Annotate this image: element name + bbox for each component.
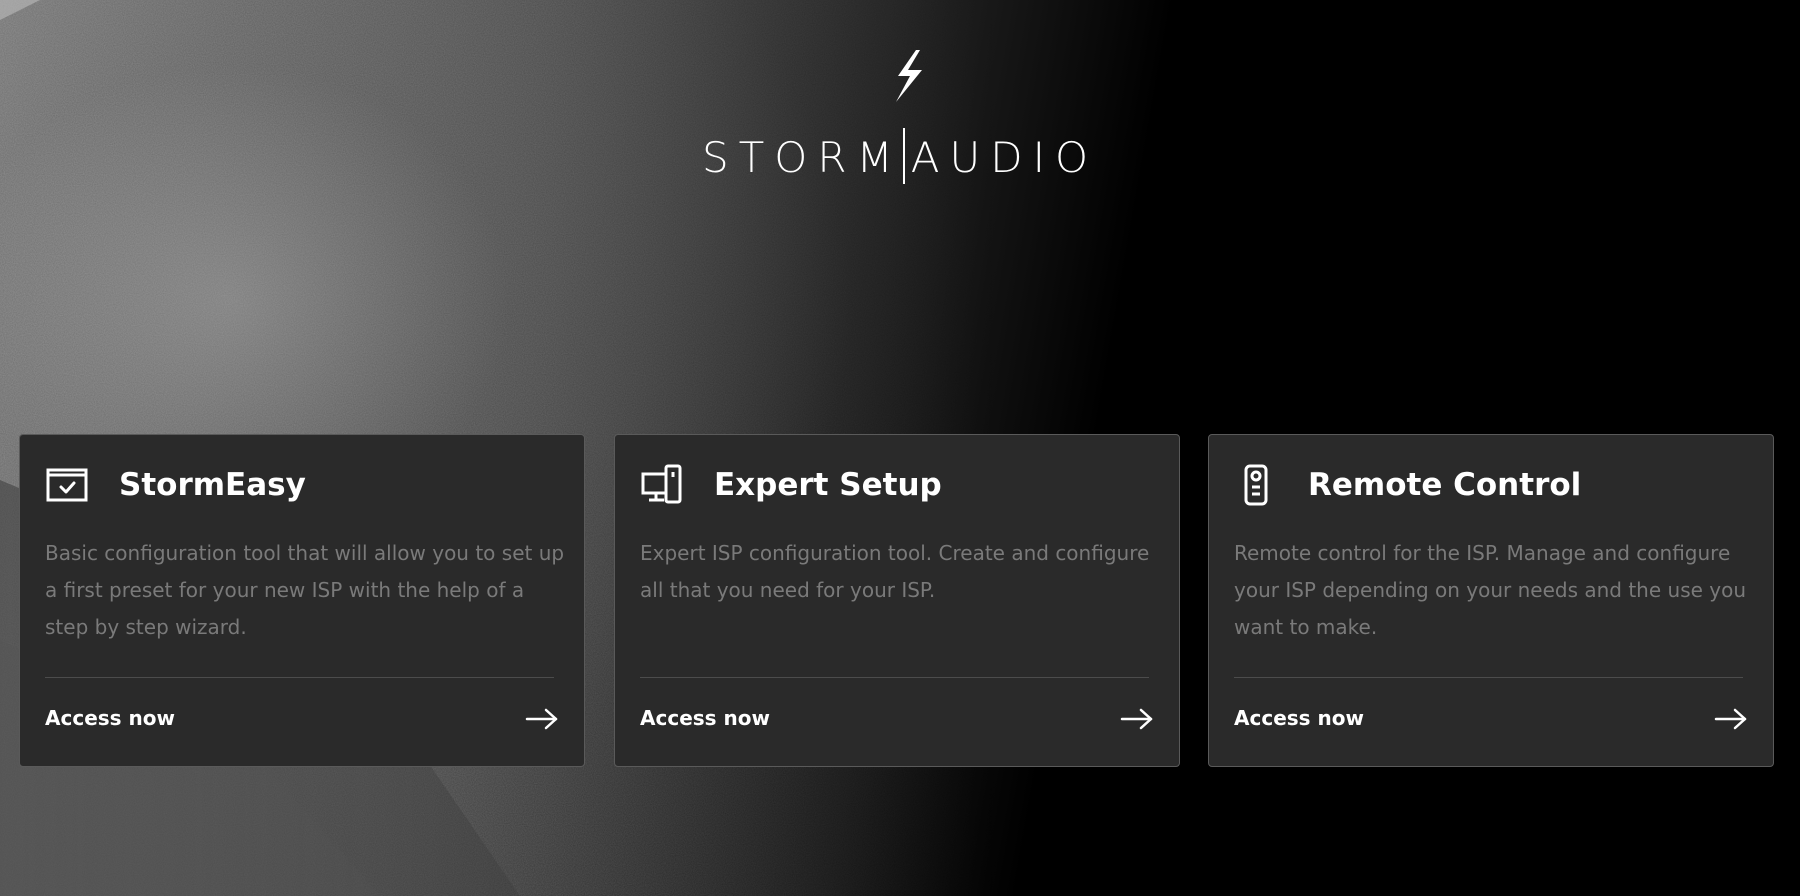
access-now-link[interactable]: Access now	[640, 703, 770, 733]
brand-separator	[902, 128, 905, 184]
monitor-device-icon	[641, 464, 682, 504]
card-expert-setup: Expert Setup Expert ISP configuration to…	[614, 434, 1180, 767]
card-title: Expert Setup	[714, 467, 942, 503]
arrow-right-icon[interactable]	[525, 707, 559, 731]
lightning-bolt-icon	[896, 50, 922, 102]
remote-control-icon	[1244, 464, 1268, 506]
brand-name-right: AUDIO	[910, 133, 1099, 182]
arrow-right-icon[interactable]	[1120, 707, 1154, 731]
access-now-link[interactable]: Access now	[45, 703, 175, 733]
arrow-right-icon[interactable]	[1714, 707, 1748, 731]
card-divider	[45, 677, 554, 678]
card-remote-control: Remote Control Remote control for the IS…	[1208, 434, 1774, 767]
card-title: StormEasy	[119, 467, 306, 503]
card-stormeasy: StormEasy Basic configuration tool that …	[19, 434, 585, 767]
card-divider	[1234, 677, 1743, 678]
card-title: Remote Control	[1308, 467, 1582, 503]
brand-name-left: STORM	[701, 133, 903, 182]
brand-wordmark: STORM AUDIO	[0, 128, 1800, 188]
card-description: Remote control for the ISP. Manage and c…	[1234, 541, 1747, 639]
card-description: Expert ISP configuration tool. Create an…	[640, 541, 1150, 602]
page-background: STORM AUDIO StormEasy Basic configuration…	[0, 0, 1800, 896]
app-cards: StormEasy Basic configuration tool that …	[19, 434, 1777, 769]
screen-check-icon	[46, 468, 88, 502]
access-now-link[interactable]: Access now	[1234, 703, 1364, 733]
card-divider	[640, 677, 1149, 678]
card-description: Basic configuration tool that will allow…	[45, 541, 565, 639]
